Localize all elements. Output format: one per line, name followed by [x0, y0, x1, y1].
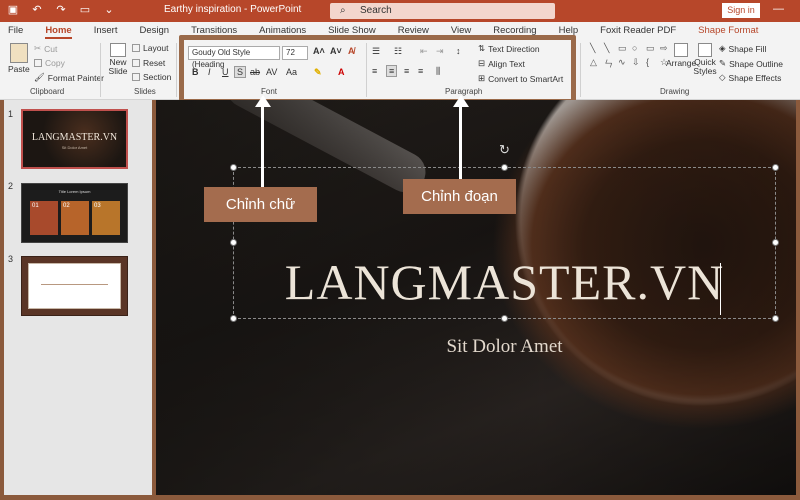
paragraph-callout: Chỉnh đoạn	[403, 179, 516, 214]
font-paragraph-highlight	[179, 35, 576, 104]
slide-canvas[interactable]: ↻ LANGMASTER.VN Sit Dolor Amet	[156, 100, 796, 495]
thumbnail-title: LANGMASTER.VN	[31, 132, 118, 143]
minimize-icon[interactable]: —	[773, 3, 784, 15]
section-button[interactable]: Section	[132, 72, 171, 82]
effects-icon: ◇	[719, 72, 726, 82]
cut-button[interactable]: ✂ Cut	[34, 43, 57, 54]
thumbnail-frame	[28, 263, 121, 309]
slide-title[interactable]: LANGMASTER.VN	[233, 253, 776, 311]
save-icon[interactable]: ▣	[6, 3, 20, 16]
paste-button[interactable]: Paste	[8, 43, 30, 74]
redo-icon[interactable]: ↷	[54, 3, 68, 16]
lightning-shape-icon[interactable]: ㄣ	[604, 57, 615, 70]
text-cursor	[720, 263, 721, 315]
copy-button[interactable]: Copy	[34, 58, 65, 68]
tab-insert[interactable]: Insert	[94, 22, 118, 39]
paste-icon	[9, 43, 28, 63]
slide-thumbnail-2[interactable]: Title Lorem Ipsum 01 02 03	[21, 183, 128, 243]
ribbon-divider	[100, 43, 101, 97]
line-shape-icon[interactable]: ╲	[590, 43, 601, 54]
shapes-gallery[interactable]: ╲ ╲ ▭ ○ ▭ ⇨ △ ㄣ ∿ ⇩{☆	[590, 43, 671, 70]
slides-group-label: Slides	[134, 87, 156, 96]
quick-access-toolbar: ▣ ↶ ↷ ▭ ⌄	[6, 3, 116, 16]
format-painter-button[interactable]: 🖌 Format Painter	[34, 72, 104, 83]
tab-home[interactable]: Home	[45, 22, 72, 39]
resize-handle[interactable]	[772, 315, 779, 322]
slide-subtitle[interactable]: Sit Dolor Amet	[233, 336, 776, 358]
resize-handle[interactable]	[230, 164, 237, 171]
clipboard-group-label: Clipboard	[30, 87, 65, 96]
new-slide-button[interactable]: New Slide	[106, 43, 130, 76]
thumbnail-line	[41, 284, 108, 285]
arrange-icon	[674, 43, 689, 57]
pen-icon: ✎	[719, 58, 727, 68]
drawing-group-label: Drawing	[660, 87, 690, 96]
new-slide-icon	[110, 43, 126, 57]
ribbon-divider	[580, 43, 581, 97]
tab-design[interactable]: Design	[139, 22, 169, 39]
tab-file[interactable]: File	[8, 22, 23, 39]
slide-thumbnail-pane: 1 LANGMASTER.VN Sit Dolor Amet 2 Title L…	[4, 100, 152, 495]
resize-handle[interactable]	[501, 164, 508, 171]
triangle-shape-icon[interactable]: △	[590, 57, 601, 70]
slide-thumbnail-1[interactable]: LANGMASTER.VN Sit Dolor Amet	[21, 109, 128, 169]
arrange-button[interactable]: Arrange	[666, 43, 696, 68]
resize-handle[interactable]	[230, 315, 237, 322]
title-bar: ▣ ↶ ↷ ▭ ⌄ Earthy inspiration - PowerPoin…	[0, 0, 800, 22]
search-input[interactable]: ⌕ Search	[330, 3, 555, 19]
thumbnail-box: 01	[30, 201, 58, 235]
resize-handle[interactable]	[230, 239, 237, 246]
tab-shape-format[interactable]: Shape Format	[698, 22, 758, 39]
thumbnail-title: Title Lorem Ipsum	[58, 189, 91, 194]
brush-icon: 🖌	[34, 72, 45, 82]
shape-fill-button[interactable]: ◈ Shape Fill	[719, 43, 766, 54]
reset-button[interactable]: Reset	[132, 58, 165, 68]
undo-icon[interactable]: ↶	[30, 3, 44, 16]
font-callout: Chỉnh chữ	[204, 187, 317, 222]
customize-icon[interactable]: ⌄	[102, 3, 116, 16]
section-icon	[132, 73, 140, 81]
slide-number: 3	[8, 254, 14, 264]
resize-handle[interactable]	[772, 239, 779, 246]
reset-icon	[132, 59, 140, 67]
tab-foxit-reader-pdf[interactable]: Foxit Reader PDF	[600, 22, 676, 39]
slideshow-icon[interactable]: ▭	[78, 3, 92, 16]
thumbnail-box: 02	[61, 201, 89, 235]
slide-thumbnail-3[interactable]	[21, 256, 128, 316]
paint-bucket-icon: ◈	[719, 43, 726, 53]
layout-icon	[132, 44, 140, 52]
arrow-shaft	[261, 105, 264, 187]
search-icon: ⌕	[340, 5, 346, 16]
thumbnail-subtitle: Sit Dolor Amet	[61, 145, 88, 150]
rotate-handle-icon[interactable]: ↻	[499, 142, 510, 158]
shape-outline-button[interactable]: ✎ Shape Outline	[719, 58, 783, 69]
sign-in-button[interactable]: Sign in	[722, 3, 760, 18]
arrow-shaft	[459, 105, 462, 179]
rectangle-shape-icon[interactable]: ▭	[618, 43, 629, 54]
line-shape-icon[interactable]: ╲	[604, 43, 615, 54]
rectangle-shape-icon[interactable]: ▭	[646, 43, 657, 54]
resize-handle[interactable]	[772, 164, 779, 171]
oval-shape-icon[interactable]: ○	[632, 43, 643, 54]
thumbnail-box: 03	[92, 201, 120, 235]
slide-number: 1	[8, 109, 14, 119]
scissors-icon: ✂	[34, 43, 42, 53]
slide-number: 2	[8, 181, 14, 191]
arrow-shape-icon[interactable]: ⇩	[632, 57, 643, 70]
curve-shape-icon[interactable]: ∿	[618, 57, 629, 70]
copy-icon	[34, 59, 42, 67]
quick-styles-icon	[698, 43, 712, 57]
quick-styles-button[interactable]: Quick Styles	[693, 43, 717, 76]
shape-effects-button[interactable]: ◇ Shape Effects	[719, 72, 781, 83]
brace-shape-icon[interactable]: {	[646, 57, 657, 70]
layout-button[interactable]: Layout	[132, 43, 169, 53]
resize-handle[interactable]	[501, 315, 508, 322]
ribbon-divider	[176, 43, 177, 97]
document-title: Earthy inspiration - PowerPoint	[164, 4, 302, 15]
